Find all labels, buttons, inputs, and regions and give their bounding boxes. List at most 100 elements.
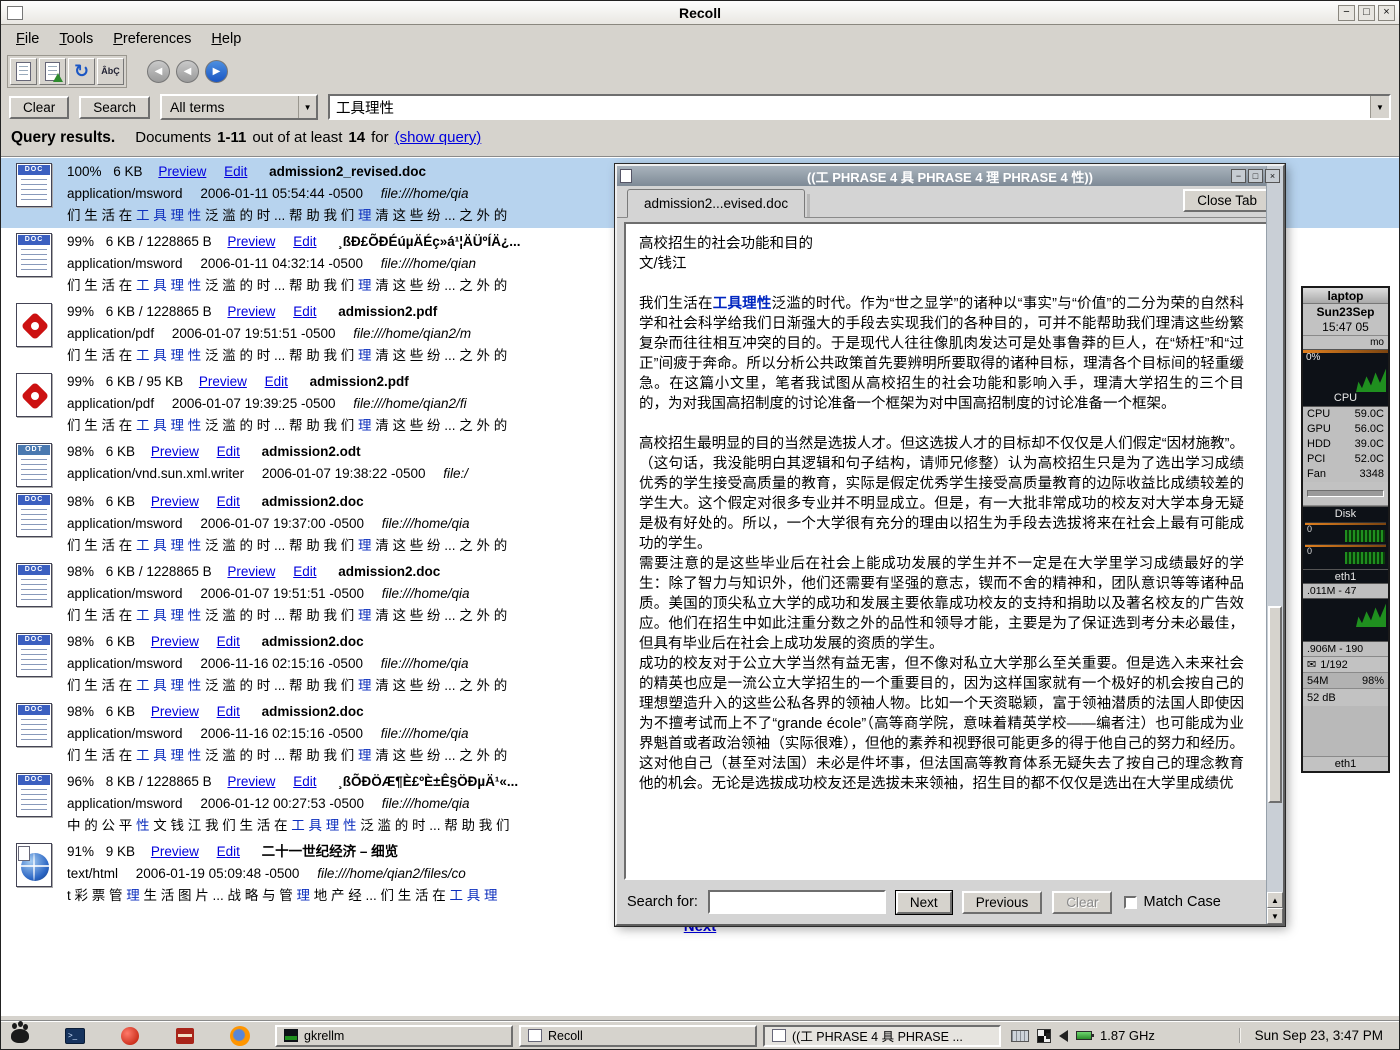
preview-window-title: ((工 PHRASE 4 具 PHRASE 4 理 PHRASE 4 性)) xyxy=(617,167,1283,186)
preview-tab[interactable]: admission2...evised.doc xyxy=(627,189,805,218)
file-path: file:///home/qia xyxy=(381,186,469,201)
preview-link[interactable]: Preview xyxy=(227,304,275,319)
battery-icon[interactable] xyxy=(1076,1031,1092,1040)
preview-link[interactable]: Preview xyxy=(227,234,275,249)
edit-link[interactable]: Edit xyxy=(293,234,316,249)
term-explorer-icon[interactable]: ÂbÇ xyxy=(97,58,124,85)
scrollbar-thumb[interactable] xyxy=(1268,606,1282,803)
gkrellm-cpu-chart: 0% CPU xyxy=(1303,349,1388,407)
media-player-icon[interactable] xyxy=(119,1025,141,1047)
preview-link[interactable]: Preview xyxy=(199,374,247,389)
preview-maximize-button[interactable]: □ xyxy=(1248,169,1263,183)
net-stat-tx: .906M - 190 xyxy=(1303,642,1388,656)
toolbar: ↻ ÂbÇ ◀ ◀ ▶ xyxy=(1,53,1399,89)
window-maximize-button[interactable]: □ xyxy=(1358,5,1375,21)
file-size: 6 KB / 95 KB xyxy=(106,374,183,389)
outof-label: out of at least xyxy=(252,129,342,146)
preview-search-input[interactable] xyxy=(708,890,886,914)
menu-tools[interactable]: Tools xyxy=(50,28,102,50)
gkrellm-mail: ✉ 1/192 xyxy=(1303,656,1388,672)
first-page-icon[interactable]: ◀ xyxy=(147,60,170,83)
result-filename: admission2.doc xyxy=(262,634,364,649)
edit-link[interactable]: Edit xyxy=(217,444,240,459)
task-icon xyxy=(284,1029,298,1042)
gkrellm-mo-label: mo xyxy=(1303,336,1388,349)
preview-link[interactable]: Preview xyxy=(227,774,275,789)
task-button[interactable]: gkrellm xyxy=(275,1025,513,1047)
clear-button[interactable]: Clear xyxy=(9,96,69,119)
edit-link[interactable]: Edit xyxy=(224,164,247,179)
results-total: 14 xyxy=(348,129,365,146)
menu-file[interactable]: File xyxy=(7,28,48,50)
cpu-chart-label: CPU xyxy=(1303,392,1388,404)
prev-page-icon[interactable]: ◀ xyxy=(176,60,199,83)
task-button[interactable]: Recoll xyxy=(519,1025,757,1047)
task-label: Recoll xyxy=(548,1029,583,1043)
relevance-percent: 98% xyxy=(67,634,94,649)
find-clear-button[interactable]: Clear xyxy=(1052,891,1112,914)
update-index-icon[interactable]: ↻ xyxy=(68,58,95,85)
search-button[interactable]: Search xyxy=(79,96,150,119)
preview-link[interactable]: Preview xyxy=(151,844,199,859)
package-icon[interactable] xyxy=(174,1025,196,1047)
preview-link[interactable]: Preview xyxy=(227,564,275,579)
preview-link[interactable]: Preview xyxy=(158,164,206,179)
relevance-percent: 91% xyxy=(67,844,94,859)
preview-scrollbar[interactable]: ▲ ▼ xyxy=(1266,166,1283,924)
preview-link[interactable]: Preview xyxy=(151,494,199,509)
table-view-icon[interactable] xyxy=(39,58,66,85)
preview-titlebar[interactable]: ((工 PHRASE 4 具 PHRASE 4 理 PHRASE 4 性)) −… xyxy=(617,166,1283,186)
preview-search-row: Search for: Next Previous Clear Match Ca… xyxy=(627,887,1273,917)
wm-menu-icon[interactable] xyxy=(9,1025,31,1047)
mime-type: application/msword xyxy=(67,796,183,811)
system-tray: 1.87 GHz xyxy=(1011,1028,1155,1043)
find-next-button[interactable]: Next xyxy=(896,891,952,914)
next-page-icon[interactable]: ▶ xyxy=(205,60,228,83)
edit-link[interactable]: Edit xyxy=(217,634,240,649)
search-input[interactable]: 工具理性 ▼ xyxy=(328,94,1391,120)
show-query-link[interactable]: (show query) xyxy=(395,129,482,146)
doc-date: 2006-01-07 19:39:25 -0500 xyxy=(172,396,336,411)
doc-date: 2006-01-07 19:51:51 -0500 xyxy=(200,586,364,601)
close-tab-button[interactable]: Close Tab xyxy=(1183,189,1271,212)
preview-minimize-button[interactable]: − xyxy=(1231,169,1246,183)
file-size: 6 KB xyxy=(106,634,135,649)
edit-link[interactable]: Edit xyxy=(217,494,240,509)
results-header-title: Query results. xyxy=(11,129,115,147)
preview-link[interactable]: Preview xyxy=(151,444,199,459)
firefox-icon[interactable] xyxy=(229,1025,251,1047)
file-path: file:///home/qia xyxy=(381,726,469,741)
edit-link[interactable]: Edit xyxy=(217,704,240,719)
match-case-checkbox[interactable] xyxy=(1124,896,1137,909)
search-history-arrow-icon[interactable]: ▼ xyxy=(1370,96,1389,118)
find-previous-button[interactable]: Previous xyxy=(962,891,1043,914)
relevance-percent: 98% xyxy=(67,494,94,509)
result-filename: admission2.doc xyxy=(338,564,440,579)
menu-preferences[interactable]: Preferences xyxy=(104,28,200,50)
for-label: for xyxy=(371,129,389,146)
keyboard-icon[interactable] xyxy=(1011,1030,1029,1042)
window-close-button[interactable]: × xyxy=(1378,5,1395,21)
menu-help[interactable]: Help xyxy=(202,28,250,50)
net-sparkline xyxy=(1356,601,1386,627)
preview-link[interactable]: Preview xyxy=(151,704,199,719)
mime-type: application/msword xyxy=(67,516,183,531)
speaker-icon[interactable] xyxy=(1059,1030,1068,1042)
file-path: file:///home/qia xyxy=(382,516,470,531)
window-minimize-button[interactable]: − xyxy=(1338,5,1355,21)
edit-link[interactable]: Edit xyxy=(293,564,316,579)
task-button[interactable]: ((工 PHRASE 4 具 PHRASE ... xyxy=(763,1025,1001,1047)
search-mode-combo[interactable]: All terms ▼ xyxy=(160,94,318,120)
edit-link[interactable]: Edit xyxy=(293,304,316,319)
clear-search-icon[interactable] xyxy=(10,58,37,85)
preview-close-button[interactable]: × xyxy=(1265,169,1280,183)
edit-link[interactable]: Edit xyxy=(217,844,240,859)
preview-link[interactable]: Preview xyxy=(151,634,199,649)
memory-percent: 98% xyxy=(1362,675,1384,687)
relevance-percent: 96% xyxy=(67,774,94,789)
terminal-icon[interactable]: >_ xyxy=(64,1025,86,1047)
window-titlebar[interactable]: Recoll − □ × xyxy=(1,1,1399,25)
edit-link[interactable]: Edit xyxy=(293,774,316,789)
eth1-chart-label: eth1 xyxy=(1303,570,1388,584)
edit-link[interactable]: Edit xyxy=(265,374,288,389)
